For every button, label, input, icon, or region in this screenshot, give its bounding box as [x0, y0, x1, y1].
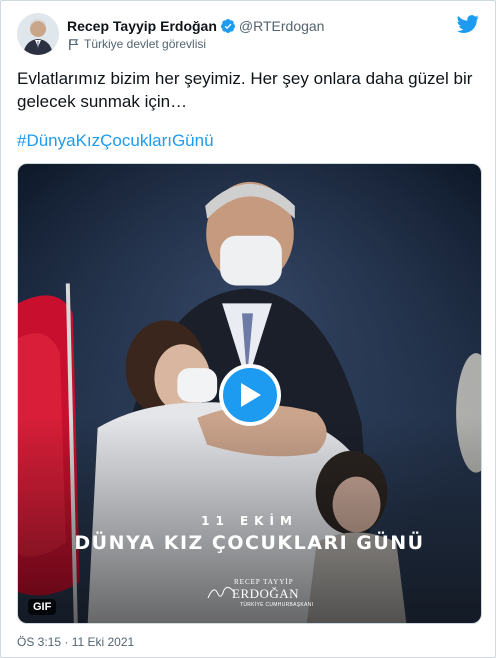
play-icon: [241, 383, 261, 407]
author-name-row: Recep Tayyip Erdoğan @RTErdogan: [67, 18, 324, 34]
overlay-date: 11 EKİM: [201, 514, 298, 528]
author-name[interactable]: Recep Tayyip Erdoğan: [67, 18, 217, 34]
signature-last-name: ERDOĞAN: [232, 586, 300, 601]
signature-logo: RECEP TAYYİP ERDOĞAN TÜRKİYE CUMHURBAŞKA…: [206, 574, 326, 614]
tweet-text: Evlatlarımız bizim her şeyimiz. Her şey …: [17, 69, 473, 111]
government-label-text: Türkiye devlet görevlisi: [84, 37, 207, 51]
gif-badge: GIF: [28, 599, 57, 615]
signature-first-name: RECEP TAYYİP: [234, 578, 294, 586]
play-button[interactable]: [219, 364, 281, 426]
avatar[interactable]: [17, 13, 59, 55]
government-label: Türkiye devlet görevlisi: [67, 37, 206, 51]
signature-title: TÜRKİYE CUMHURBAŞKANI: [240, 602, 314, 608]
verified-badge-icon: [220, 19, 235, 33]
twitter-bird-icon[interactable]: [457, 13, 479, 35]
author-handle[interactable]: @RTErdogan: [239, 18, 325, 34]
tweet-card: Recep Tayyip Erdoğan @RTErdogan Türkiye …: [0, 0, 496, 658]
overlay-title: DÜNYA KIZ ÇOCUKLARI GÜNÜ: [74, 532, 425, 554]
hashtag-link[interactable]: #DünyaKızÇocuklarıGünü: [17, 129, 214, 152]
tweet-header: Recep Tayyip Erdoğan @RTErdogan Türkiye …: [17, 13, 479, 57]
tweet-timestamp[interactable]: ÖS 3:15 · 11 Eki 2021: [17, 635, 134, 649]
media-gif[interactable]: 11 EKİM DÜNYA KIZ ÇOCUKLARI GÜNÜ RECEP T…: [17, 163, 482, 624]
flag-icon: [69, 38, 79, 50]
